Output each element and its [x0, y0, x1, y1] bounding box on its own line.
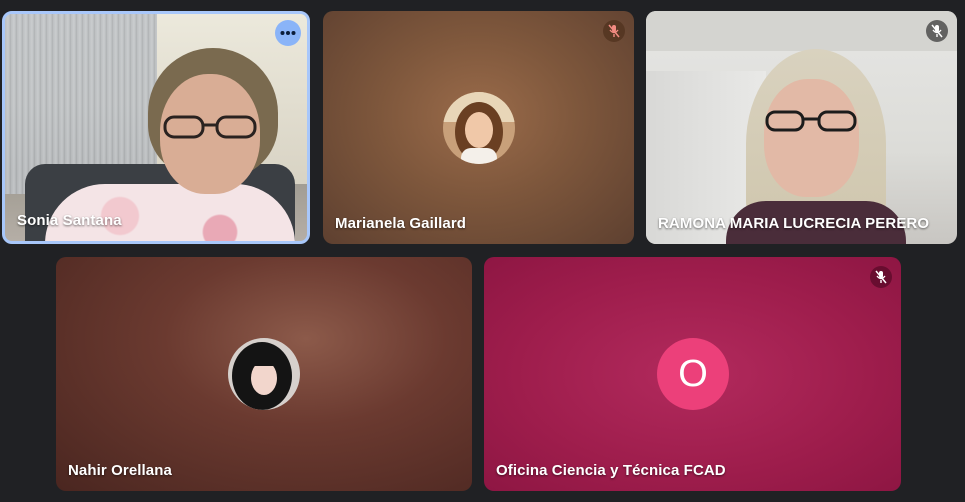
participant-tile-oficina-ciencia[interactable]: O Oficina Ciencia y Técnica FCAD [484, 257, 901, 491]
participant-tile-nahir-orellana[interactable]: Nahir Orellana [56, 257, 472, 491]
more-options-button[interactable] [275, 20, 301, 46]
ceiling [646, 11, 957, 51]
profile-photo [228, 338, 300, 410]
mic-off-indicator [603, 20, 625, 42]
participant-name: RAMONA MARIA LUCRECIA PERERO [658, 215, 930, 232]
mic-off-icon [931, 24, 943, 38]
participant-name: Sonia Santana [17, 212, 122, 229]
mic-off-icon [875, 270, 887, 284]
glasses [765, 110, 857, 132]
participant-tile-ramona-perero[interactable]: RAMONA MARIA LUCRECIA PERERO [646, 11, 957, 244]
profile-photo [443, 92, 515, 164]
participant-face [764, 79, 859, 197]
participant-name: Oficina Ciencia y Técnica FCAD [496, 462, 726, 479]
glasses [163, 115, 257, 139]
participant-name: Marianela Gaillard [335, 215, 467, 232]
mic-off-icon [608, 24, 620, 38]
mic-off-indicator [926, 20, 948, 42]
participant-name: Nahir Orellana [68, 462, 172, 479]
participant-tile-sonia-santana[interactable]: Sonia Santana [2, 11, 310, 244]
mic-off-indicator [870, 266, 892, 288]
participant-tile-marianela-gaillard[interactable]: Marianela Gaillard [323, 11, 634, 244]
meeting-grid: Sonia Santana Marianela Gaillard RAMONA … [0, 0, 965, 502]
more-options-icon [280, 31, 296, 35]
letter-avatar: O [657, 338, 729, 410]
